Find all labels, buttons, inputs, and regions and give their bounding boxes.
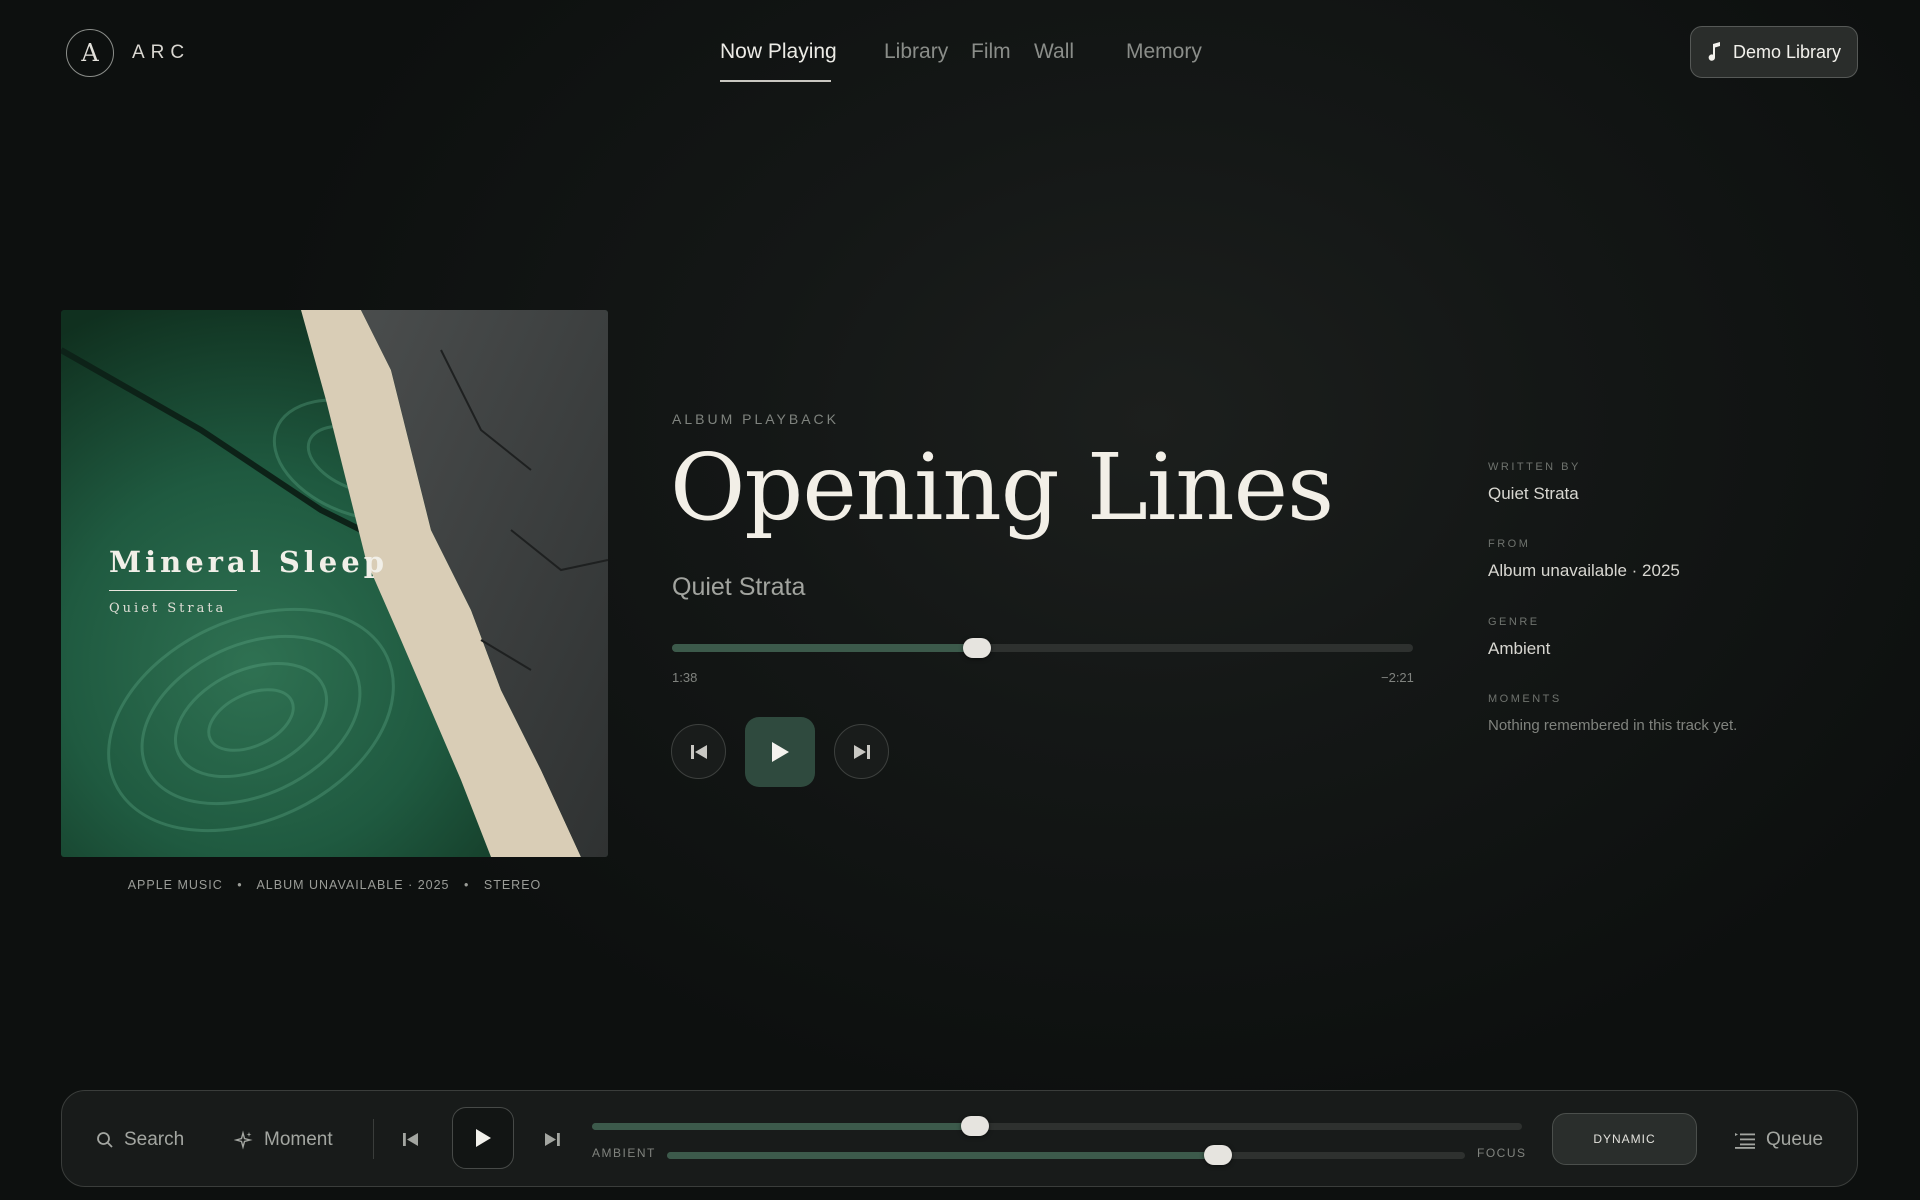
album-artwork: Mineral Sleep Quiet Strata bbox=[61, 310, 608, 857]
nav-film[interactable]: Film bbox=[971, 40, 1011, 64]
skip-forward-icon bbox=[853, 744, 870, 759]
from-label: FROM bbox=[1488, 538, 1531, 550]
moments-value: Nothing remembered in this track yet. bbox=[1488, 717, 1738, 734]
album-cover-rule bbox=[109, 590, 237, 591]
track-progress-thumb[interactable] bbox=[963, 638, 992, 658]
next-track-button[interactable] bbox=[834, 724, 889, 779]
from-value: Album unavailable · 2025 bbox=[1488, 561, 1680, 580]
dynamic-mode-button[interactable]: DYNAMIC bbox=[1552, 1113, 1697, 1165]
elapsed-time: 1:38 bbox=[672, 670, 698, 685]
track-title: Opening Lines bbox=[670, 434, 1334, 541]
dock-progress-thumb[interactable] bbox=[961, 1116, 990, 1136]
album-source-info: APPLE MUSIC • ALBUM UNAVAILABLE · 2025 •… bbox=[61, 878, 608, 892]
dock-progress-bar[interactable] bbox=[592, 1116, 1522, 1136]
dock-next-button[interactable] bbox=[544, 1091, 561, 1188]
search-icon bbox=[97, 1131, 113, 1148]
mix-focus-label: FOCUS bbox=[1477, 1146, 1527, 1160]
nav-library[interactable]: Library bbox=[884, 40, 948, 64]
skip-back-icon bbox=[403, 1133, 418, 1146]
album-cover-image bbox=[61, 310, 608, 857]
track-progress-bar[interactable] bbox=[672, 638, 1413, 658]
dock-divider bbox=[373, 1119, 374, 1159]
genre-value: Ambient bbox=[1488, 639, 1551, 658]
mix-slider-thumb[interactable] bbox=[1203, 1145, 1232, 1165]
nav-wall[interactable]: Wall bbox=[1034, 40, 1074, 64]
music-note-icon bbox=[1708, 42, 1720, 61]
demo-library-label: Demo Library bbox=[1732, 41, 1842, 62]
dock-previous-button[interactable] bbox=[402, 1091, 419, 1188]
album-cover-artist: Quiet Strata bbox=[109, 601, 227, 616]
search-button[interactable]: Search bbox=[96, 1091, 184, 1188]
dock-play-button[interactable] bbox=[452, 1107, 514, 1169]
album-source: APPLE MUSIC bbox=[127, 878, 223, 892]
mix-slider-fill bbox=[667, 1152, 1218, 1159]
play-icon bbox=[772, 742, 789, 762]
skip-forward-icon bbox=[545, 1133, 560, 1146]
track-progress-fill bbox=[672, 644, 978, 652]
bottom-dock: Search Moment AMBIENT FOCUS DYNAMIC Queu… bbox=[61, 1090, 1858, 1187]
sparkle-icon bbox=[234, 1129, 253, 1150]
meta-separator: • bbox=[464, 878, 470, 892]
main-nav: Now Playing Library Film Wall Memory bbox=[0, 40, 1920, 82]
written-by-label: WRITTEN BY bbox=[1488, 461, 1581, 473]
queue-button[interactable]: Queue bbox=[1734, 1091, 1823, 1188]
moment-label: Moment bbox=[264, 1128, 333, 1150]
play-button[interactable] bbox=[745, 717, 815, 787]
album-cover-title: Mineral Sleep bbox=[109, 545, 388, 579]
nav-active-indicator bbox=[720, 80, 831, 82]
genre-label: GENRE bbox=[1488, 616, 1540, 628]
remaining-time: −2:21 bbox=[1381, 670, 1414, 685]
album-availability: ALBUM UNAVAILABLE · 2025 bbox=[256, 878, 450, 892]
nav-memory[interactable]: Memory bbox=[1126, 40, 1202, 64]
skip-back-icon bbox=[690, 744, 707, 759]
queue-list-icon bbox=[1735, 1132, 1755, 1149]
dock-progress-fill bbox=[592, 1123, 976, 1130]
search-label: Search bbox=[124, 1128, 185, 1150]
queue-label: Queue bbox=[1766, 1128, 1824, 1150]
meta-separator: • bbox=[237, 878, 243, 892]
mix-ambient-label: AMBIENT bbox=[592, 1146, 656, 1160]
mix-slider[interactable] bbox=[667, 1145, 1465, 1165]
nav-now-playing[interactable]: Now Playing bbox=[720, 40, 837, 64]
moments-label: MOMENTS bbox=[1488, 693, 1562, 705]
previous-track-button[interactable] bbox=[671, 724, 726, 779]
written-by-value: Quiet Strata bbox=[1488, 484, 1579, 503]
playback-context-label: ALBUM PLAYBACK bbox=[672, 411, 840, 427]
moment-button[interactable]: Moment bbox=[234, 1091, 333, 1188]
play-icon bbox=[476, 1129, 491, 1147]
demo-library-button[interactable]: Demo Library bbox=[1690, 26, 1858, 78]
track-artist[interactable]: Quiet Strata bbox=[672, 573, 805, 602]
album-audio-format: STEREO bbox=[483, 878, 542, 892]
